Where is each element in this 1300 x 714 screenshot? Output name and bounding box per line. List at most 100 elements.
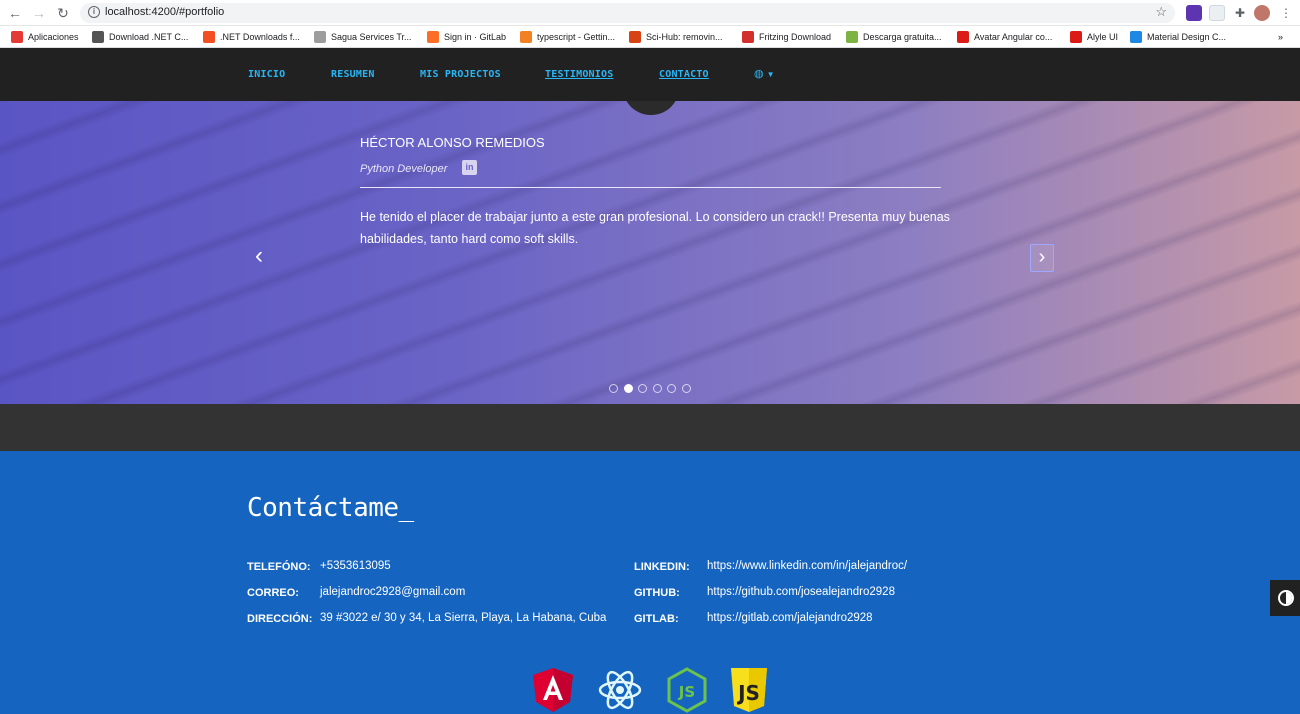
bookmark-item[interactable]: Sci-Hub: removin...	[629, 30, 723, 44]
angular-icon	[1070, 31, 1082, 43]
section-separator	[0, 404, 1300, 451]
bookmark-item[interactable]: Avatar Angular co...	[957, 30, 1052, 44]
address-url: localhost:4200/#portfolio	[105, 6, 225, 18]
scihub-icon	[629, 31, 641, 43]
contact-title: Contáctame_	[247, 493, 414, 523]
javascript-icon: JS	[731, 668, 767, 712]
theme-toggle-button[interactable]	[1270, 580, 1300, 616]
linkedin-label: LINKEDIN:	[634, 561, 690, 573]
address-label: DIRECCIÓN:	[247, 613, 313, 625]
back-arrow-icon[interactable]: ←	[6, 4, 24, 22]
profile-avatar[interactable]	[1254, 5, 1270, 21]
gitlab-icon	[427, 31, 439, 43]
site-navbar: INICIO RESUMEN MIS PROJECTOS TESTIMONIOS…	[0, 48, 1300, 101]
address-value: 39 #3022 e/ 30 y 34, La Sierra, Playa, L…	[320, 612, 607, 624]
address-bar[interactable]: i localhost:4200/#portfolio ☆	[80, 3, 1175, 23]
microsoft-icon	[203, 31, 215, 43]
github-label: GITHUB:	[634, 587, 680, 599]
bookmark-label: Descarga gratuita...	[863, 32, 942, 42]
bookmark-label: Aplicaciones	[28, 32, 79, 42]
phone-label: TELEFÓNO:	[247, 561, 311, 573]
bookmark-label: .NET Downloads f...	[220, 32, 300, 42]
bookmark-label: Sci-Hub: removin...	[646, 32, 723, 42]
bookmark-item[interactable]: Download .NET C...	[92, 30, 188, 44]
background-pattern	[0, 101, 1300, 404]
svg-text:JS: JS	[678, 683, 695, 701]
bookmark-item[interactable]: typescript - Gettin...	[520, 30, 615, 44]
bookmark-label: Avatar Angular co...	[974, 32, 1053, 42]
testimonial-role: Python Developer	[360, 163, 448, 175]
carousel-next-button[interactable]: ›	[1030, 244, 1054, 272]
carousel-dot[interactable]	[667, 384, 676, 393]
extension-icon[interactable]	[1186, 5, 1202, 21]
svg-text:JS: JS	[736, 681, 760, 705]
fritzing-icon	[742, 31, 754, 43]
nav-contacto[interactable]: CONTACTO	[659, 69, 709, 80]
carousel-dot[interactable]	[638, 384, 647, 393]
chevron-right-icon: ›	[1038, 246, 1046, 268]
bookmark-item[interactable]: Alyle UI	[1070, 30, 1118, 44]
bookmark-label: Fritzing Download	[759, 32, 832, 42]
kebab-menu-icon[interactable]: ⋮	[1278, 5, 1294, 21]
bookmark-item[interactable]: Aplicaciones	[11, 30, 79, 44]
bookmark-star-icon[interactable]: ☆	[1155, 4, 1167, 20]
download-arrow-icon	[846, 31, 858, 43]
testimonial-quote: He tenido el placer de trabajar junto a …	[360, 210, 950, 246]
carousel-dot[interactable]	[623, 384, 633, 393]
globe-icon	[92, 31, 104, 43]
email-label: CORREO:	[247, 587, 299, 599]
github-link[interactable]: https://github.com/josealejandro2928	[707, 586, 895, 598]
bookmark-label: Sagua Services Tr...	[331, 32, 412, 42]
language-selector[interactable]: ◍ ▼	[754, 67, 775, 80]
site-info-icon[interactable]: i	[88, 6, 100, 18]
divider	[360, 187, 941, 188]
testimonial-name: HÉCTOR ALONSO REMEDIOS	[360, 135, 545, 150]
sagua-icon	[314, 31, 326, 43]
linkedin-link[interactable]: https://www.linkedin.com/in/jalejandroc/	[707, 560, 907, 572]
globe-icon: ◍	[754, 68, 764, 80]
bookmark-item[interactable]: Material Design C...	[1130, 30, 1226, 44]
contrast-icon	[1278, 590, 1294, 606]
nav-inicio[interactable]: INICIO	[248, 69, 285, 80]
carousel-prev-button[interactable]: ‹	[248, 244, 270, 268]
carousel-dot[interactable]	[609, 384, 618, 393]
react-icon	[598, 670, 642, 710]
forward-arrow-icon[interactable]: →	[30, 4, 48, 22]
contact-section: Contáctame_ TELEFÓNO: +5353613095 CORREO…	[0, 451, 1300, 714]
email-value[interactable]: jalejandroc2928@gmail.com	[320, 586, 465, 598]
bookmarks-bar: Aplicaciones Download .NET C... .NET Downl…	[0, 26, 1300, 48]
bookmark-label: typescript - Gettin...	[537, 32, 616, 42]
extension-icon[interactable]	[1209, 5, 1225, 21]
bookmark-item[interactable]: Descarga gratuita...	[846, 30, 942, 44]
bookmark-item[interactable]: .NET Downloads f...	[203, 30, 300, 44]
stackoverflow-icon	[520, 31, 532, 43]
carousel-dot[interactable]	[681, 384, 691, 393]
apps-grid-icon	[11, 31, 23, 43]
phone-value: +5353613095	[320, 560, 391, 572]
bookmark-label: Sign in · GitLab	[444, 32, 507, 42]
nav-mis-projectos[interactable]: MIS PROJECTOS	[420, 69, 501, 80]
bookmark-label: Material Design C...	[1147, 32, 1227, 42]
reload-icon[interactable]: ↻	[54, 4, 72, 22]
gitlab-label: GITLAB:	[634, 613, 679, 625]
gitlab-link[interactable]: https://gitlab.com/jalejandro2928	[707, 612, 873, 624]
more-bookmarks-icon[interactable]: »	[1278, 30, 1283, 44]
caret-down-icon: ▼	[766, 70, 775, 79]
nodejs-icon: JS	[667, 667, 707, 713]
bookmark-item[interactable]: Sagua Services Tr...	[314, 30, 412, 44]
material-icon	[1130, 31, 1142, 43]
carousel-dot[interactable]	[652, 384, 662, 393]
bookmark-item[interactable]: Sign in · GitLab	[427, 30, 506, 44]
nav-resumen[interactable]: RESUMEN	[331, 69, 375, 80]
angular-icon	[957, 31, 969, 43]
bookmark-item[interactable]: Fritzing Download	[742, 30, 831, 44]
nav-testimonios[interactable]: TESTIMONIOS	[545, 69, 613, 80]
browser-toolbar: ← → ↻ i localhost:4200/#portfolio ☆ ✚ ⋮	[0, 0, 1300, 26]
puzzle-icon[interactable]: ✚	[1232, 5, 1248, 21]
chevron-left-icon: ‹	[255, 242, 263, 269]
linkedin-icon[interactable]: in	[462, 160, 477, 175]
bookmark-label: Alyle UI	[1087, 32, 1119, 42]
testimonials-section: HÉCTOR ALONSO REMEDIOS Python Developer …	[0, 101, 1300, 404]
angular-icon	[533, 668, 573, 712]
bookmark-label: Download .NET C...	[109, 32, 189, 42]
